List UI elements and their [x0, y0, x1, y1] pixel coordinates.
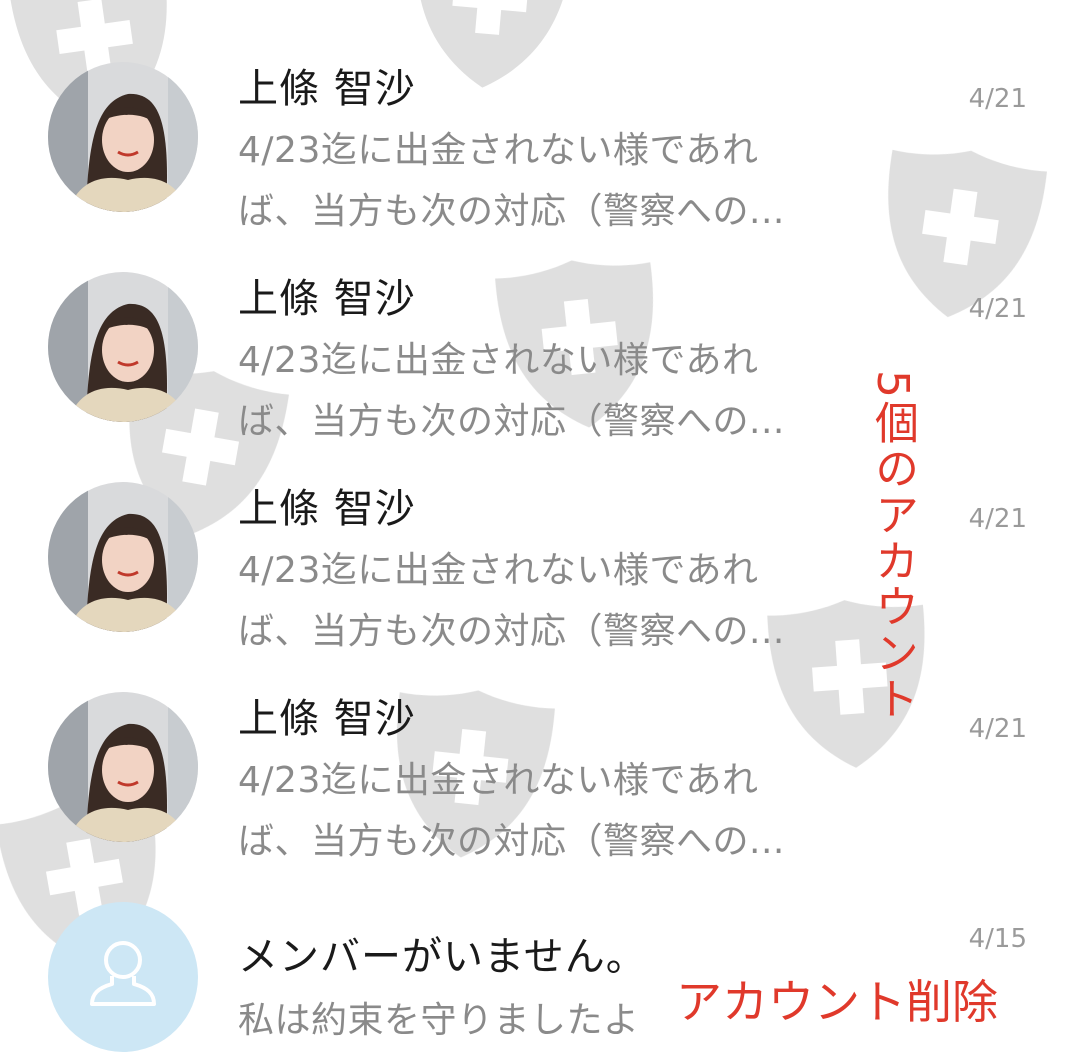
profile-photo-icon — [48, 62, 198, 212]
chat-preview-line: 4/23迄に出金されない様であれ — [238, 130, 759, 171]
chat-date: 4/21 — [968, 504, 1027, 534]
profile-photo-icon — [48, 482, 198, 632]
chat-name: 上條 智沙 — [238, 276, 416, 322]
avatar[interactable] — [48, 272, 198, 422]
chat-date: 4/21 — [968, 84, 1027, 114]
avatar[interactable] — [48, 692, 198, 842]
avatar[interactable] — [48, 62, 198, 212]
chat-name: メンバーがいません。 — [238, 934, 647, 980]
default-user-icon — [90, 941, 156, 1006]
chat-date: 4/21 — [968, 294, 1027, 324]
avatar[interactable] — [48, 902, 198, 1052]
chat-date: 4/21 — [968, 714, 1027, 744]
chat-name: 上條 智沙 — [238, 66, 416, 112]
chat-name: 上條 智沙 — [238, 696, 416, 742]
chat-name: 上條 智沙 — [238, 486, 416, 532]
avatar[interactable] — [48, 482, 198, 632]
annotation-account-count: 5個のアカウント — [867, 370, 918, 722]
chat-preview-line: 4/23迄に出金されない様であれ — [238, 340, 759, 381]
chat-list-item[interactable]: 上條 智沙 4/23迄に出金されない様であれ ば、当方も次の対応（警察への...… — [0, 0, 1079, 232]
chat-preview-line: 4/23迄に出金されない様であれ — [238, 760, 759, 801]
annotation-account-deleted: アカウント削除 — [676, 975, 998, 1029]
chat-preview-line: 4/23迄に出金されない様であれ — [238, 550, 759, 591]
profile-photo-icon — [48, 692, 198, 842]
chat-date: 4/15 — [968, 924, 1027, 954]
profile-photo-icon — [48, 272, 198, 422]
